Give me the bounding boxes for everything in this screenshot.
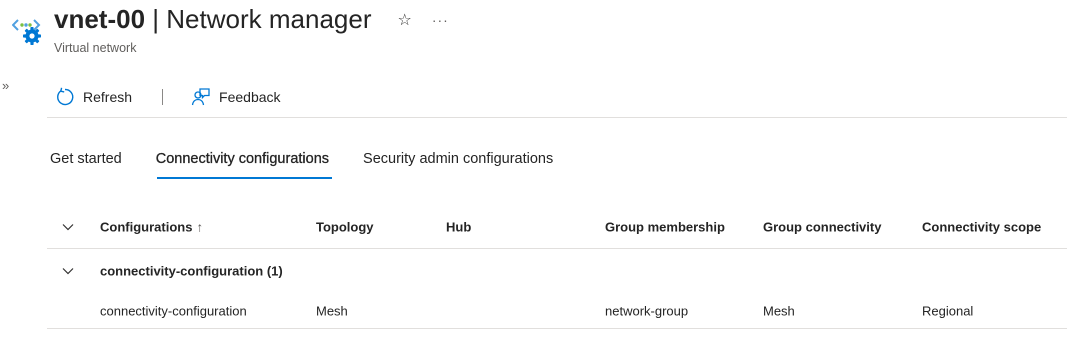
- grid-header-row: Configurations ↑ Topology Hub Group membe…: [47, 205, 1067, 249]
- expand-menu-chevron-icon[interactable]: »: [2, 78, 9, 93]
- tab-get-started[interactable]: Get started: [47, 145, 125, 181]
- column-header-group-membership[interactable]: Group membership: [605, 219, 725, 234]
- collapse-all-chevron-icon[interactable]: [61, 220, 75, 234]
- feedback-person-icon: [191, 87, 211, 107]
- cell-group-membership: network-group: [605, 303, 689, 318]
- feedback-button[interactable]: Feedback: [183, 82, 288, 112]
- group-header-row[interactable]: connectivity-configuration (1): [47, 249, 1067, 293]
- refresh-label: Refresh: [83, 89, 133, 105]
- tab-label: Security admin configurations: [363, 151, 554, 167]
- cell-group-connectivity: Mesh: [763, 303, 795, 318]
- refresh-icon: [55, 87, 75, 107]
- page-title: vnet-00 | Network manager: [54, 4, 371, 35]
- column-header-topology[interactable]: Topology: [316, 219, 374, 234]
- column-header-configurations[interactable]: Configurations ↑: [100, 219, 203, 234]
- group-label: connectivity-configuration (1): [100, 263, 283, 279]
- column-header-connectivity-scope[interactable]: Connectivity scope: [922, 219, 1041, 234]
- column-header-hub[interactable]: Hub: [446, 219, 471, 234]
- page-name: Network manager: [166, 4, 372, 34]
- cell-connectivity-scope: Regional: [922, 303, 974, 318]
- tab-strip: Get started Connectivity configurations …: [47, 145, 584, 181]
- title-separator: |: [152, 4, 160, 34]
- toolbar-divider: [162, 89, 164, 105]
- table-row[interactable]: connectivity-configuration Mesh network-…: [47, 293, 1067, 329]
- refresh-button[interactable]: Refresh: [47, 82, 140, 112]
- title-row: vnet-00 | Network manager ☆ ···: [54, 4, 449, 35]
- star-outline-icon[interactable]: ☆: [397, 10, 411, 30]
- configurations-grid: Configurations ↑ Topology Hub Group membe…: [47, 205, 1067, 329]
- tab-label: Connectivity configurations: [155, 151, 330, 167]
- cell-topology: Mesh: [316, 303, 348, 318]
- resource-type-subtitle: Virtual network: [54, 41, 137, 55]
- cell-configuration[interactable]: connectivity-configuration: [100, 303, 247, 318]
- tab-security-admin-configurations[interactable]: Security admin configurations: [360, 145, 556, 181]
- feedback-label: Feedback: [219, 89, 281, 105]
- tab-connectivity-configurations[interactable]: Connectivity configurations: [153, 145, 333, 181]
- toolbar-divider-line: [47, 117, 1067, 118]
- more-ellipsis-icon[interactable]: ···: [432, 12, 449, 28]
- virtual-network-gear-icon: [11, 10, 46, 46]
- group-collapse-chevron-icon[interactable]: [61, 264, 75, 278]
- page-header: vnet-00 | Network manager ☆ ··· Virtual …: [0, 0, 1067, 70]
- tab-label: Get started: [50, 151, 122, 167]
- column-header-label: Configurations: [100, 219, 193, 234]
- command-bar: Refresh Feedback: [47, 82, 289, 112]
- title-actions: ☆ ···: [397, 10, 448, 30]
- column-header-group-connectivity[interactable]: Group connectivity: [763, 219, 881, 234]
- sort-ascending-icon: ↑: [196, 219, 203, 234]
- resource-name: vnet-00: [54, 4, 146, 34]
